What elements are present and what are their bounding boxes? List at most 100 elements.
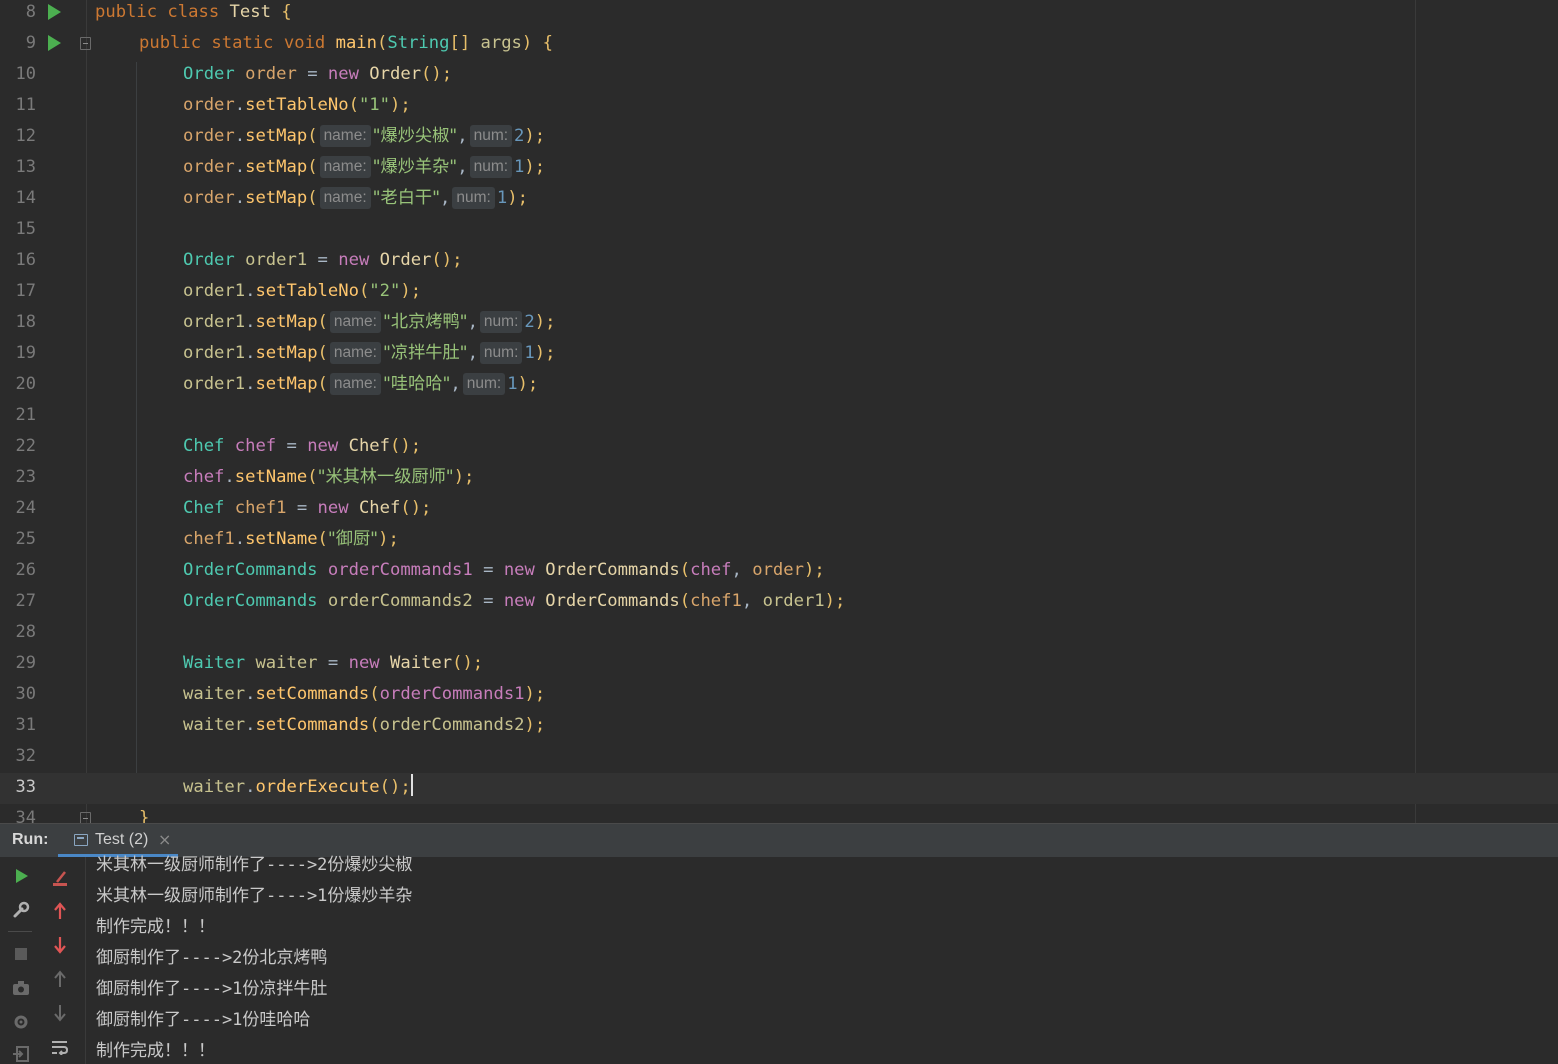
token: 2 [514, 126, 525, 146]
token: ( [358, 281, 370, 301]
token: ( [679, 560, 691, 580]
code-line[interactable]: 26 OrderCommands orderCommands1 = new Or… [0, 556, 1558, 587]
token: main [335, 33, 378, 53]
fold-icon[interactable] [80, 37, 91, 50]
arrow-down-icon[interactable] [48, 933, 72, 957]
token: chef1 [690, 591, 742, 611]
wrench-icon[interactable] [9, 898, 33, 922]
token: chef [224, 436, 287, 456]
token: Waiter [390, 653, 453, 673]
token: String [387, 33, 450, 53]
console-text: 份爆炒羊杂 [327, 886, 413, 906]
param-hint-name: name: [319, 156, 371, 178]
code-line[interactable]: 29 Waiter waiter = new Waiter(); [0, 649, 1558, 680]
code-line[interactable]: 17 order1.setTableNo("2"); [0, 277, 1558, 308]
code-line[interactable]: 22 Chef chef = new Chef(); [0, 432, 1558, 463]
token: OrderCommands [183, 591, 318, 611]
token: ( [369, 715, 380, 735]
console-line: 米其林一级厨师制作了---->1份爆炒羊杂 [96, 881, 412, 912]
code-line[interactable]: 30 waiter.setCommands(orderCommands1); [0, 680, 1558, 711]
code-line[interactable]: 12 order.setMap(name: "爆炒尖椒", num: 2); [0, 122, 1558, 153]
code-line[interactable]: 16 Order order1 = new Order(); [0, 246, 1558, 277]
console-text: ---->1 [266, 886, 328, 906]
token: Order [183, 250, 235, 270]
rerun-icon[interactable] [9, 864, 33, 888]
token: ); [824, 591, 846, 611]
run-toolbar-secondary [42, 857, 86, 1064]
code-line[interactable]: 31 waiter.setCommands(orderCommands2); [0, 711, 1558, 742]
line-number: 10 [15, 64, 36, 84]
code-line[interactable]: 18 order1.setMap(name: "北京烤鸭", num: 2); [0, 308, 1558, 339]
stop-icon[interactable] [9, 942, 33, 966]
token: "凉拌牛肚" [383, 343, 468, 363]
code-line[interactable]: 25 chef1.setName("御厨"); [0, 525, 1558, 556]
code-line[interactable]: 24 Chef chef1 = new Chef(); [0, 494, 1558, 525]
code-text: order1.setTableNo("2"); [183, 277, 421, 308]
code-text: order.setMap(name: "老白干", num: 1); [183, 184, 528, 215]
exit-icon[interactable] [9, 1042, 33, 1064]
scroll-up-icon[interactable] [48, 967, 72, 991]
code-line[interactable]: 21 [0, 401, 1558, 432]
token: order [234, 64, 308, 84]
code-line[interactable]: 13 order.setMap(name: "爆炒羊杂", num: 1); [0, 153, 1558, 184]
token: (); [452, 653, 484, 673]
code-line[interactable]: 28 [0, 618, 1558, 649]
code-text: chef1.setName("御厨"); [183, 525, 399, 556]
soft-wrap-icon[interactable] [48, 1035, 72, 1059]
token: new [348, 653, 390, 673]
fold-icon[interactable] [80, 812, 91, 823]
code-editor[interactable]: 8 public class Test { 9 public static vo… [0, 0, 1558, 823]
code-line[interactable]: 10 Order order = new Order(); [0, 60, 1558, 91]
line-number: 9 [25, 33, 36, 53]
code-line[interactable]: 20 order1.setMap(name: "哇哈哈", num: 1); [0, 370, 1558, 401]
line-number: 26 [15, 560, 36, 580]
run-method-icon[interactable] [48, 35, 61, 51]
code-line[interactable]: 27 OrderCommands orderCommands2 = new Or… [0, 587, 1558, 618]
param-hint-name: name: [319, 187, 371, 209]
token: setMap [245, 126, 308, 146]
console-text: ---->2 [266, 855, 328, 875]
console-output[interactable]: 米其林一级厨师制作了---->2份爆炒尖椒 米其林一级厨师制作了---->1份爆… [96, 850, 412, 1064]
token: Chef [183, 498, 225, 518]
token: waiter [183, 715, 246, 735]
close-icon[interactable]: × [158, 830, 171, 849]
line-number: 22 [15, 436, 36, 456]
line-number: 16 [15, 250, 36, 270]
text-caret [410, 774, 413, 796]
token: ( [348, 95, 359, 115]
token: order1 [762, 591, 825, 611]
code-line[interactable]: 9 public static void main(String[] args)… [0, 29, 1558, 60]
code-line[interactable]: 15 [0, 215, 1558, 246]
token: Chef [183, 436, 225, 456]
camera-icon[interactable] [9, 976, 33, 1000]
line-number: 24 [15, 498, 36, 518]
token: = [483, 560, 504, 580]
token: "爆炒尖椒" [372, 126, 458, 146]
arrow-up-icon[interactable] [48, 899, 72, 923]
token: order1 [183, 312, 246, 332]
code-line[interactable]: 11 order.setTableNo("1"); [0, 91, 1558, 122]
scroll-down-icon[interactable] [48, 1001, 72, 1025]
code-line[interactable]: 8 public class Test { [0, 0, 1558, 29]
settings-icon[interactable] [9, 1010, 33, 1034]
token: orderExecute [255, 777, 380, 797]
code-text: public static void main(String[] args) { [139, 29, 553, 60]
code-text: public class Test { [95, 0, 292, 29]
token: setCommands [255, 684, 370, 704]
token: ( [307, 467, 318, 487]
token: 2 [524, 312, 535, 332]
token: OrderCommands [545, 560, 680, 580]
token: . [234, 529, 246, 549]
code-line[interactable]: 23 chef.setName("米其林一级厨师"); [0, 463, 1558, 494]
run-class-icon[interactable] [48, 4, 61, 20]
token: ( [317, 529, 328, 549]
clear-icon[interactable] [48, 866, 72, 890]
code-line[interactable]: 14 order.setMap(name: "老白干", num: 1); [0, 184, 1558, 215]
token: [] [449, 33, 481, 53]
code-line[interactable]: 32 [0, 742, 1558, 773]
code-line[interactable]: 19 order1.setMap(name: "凉拌牛肚", num: 1); [0, 339, 1558, 370]
token: . [234, 188, 246, 208]
console-text: ---->1 [181, 1010, 243, 1030]
code-line[interactable]: 34 } [0, 804, 1558, 823]
code-line-current[interactable]: 33 waiter.orderExecute(); [0, 773, 1558, 804]
